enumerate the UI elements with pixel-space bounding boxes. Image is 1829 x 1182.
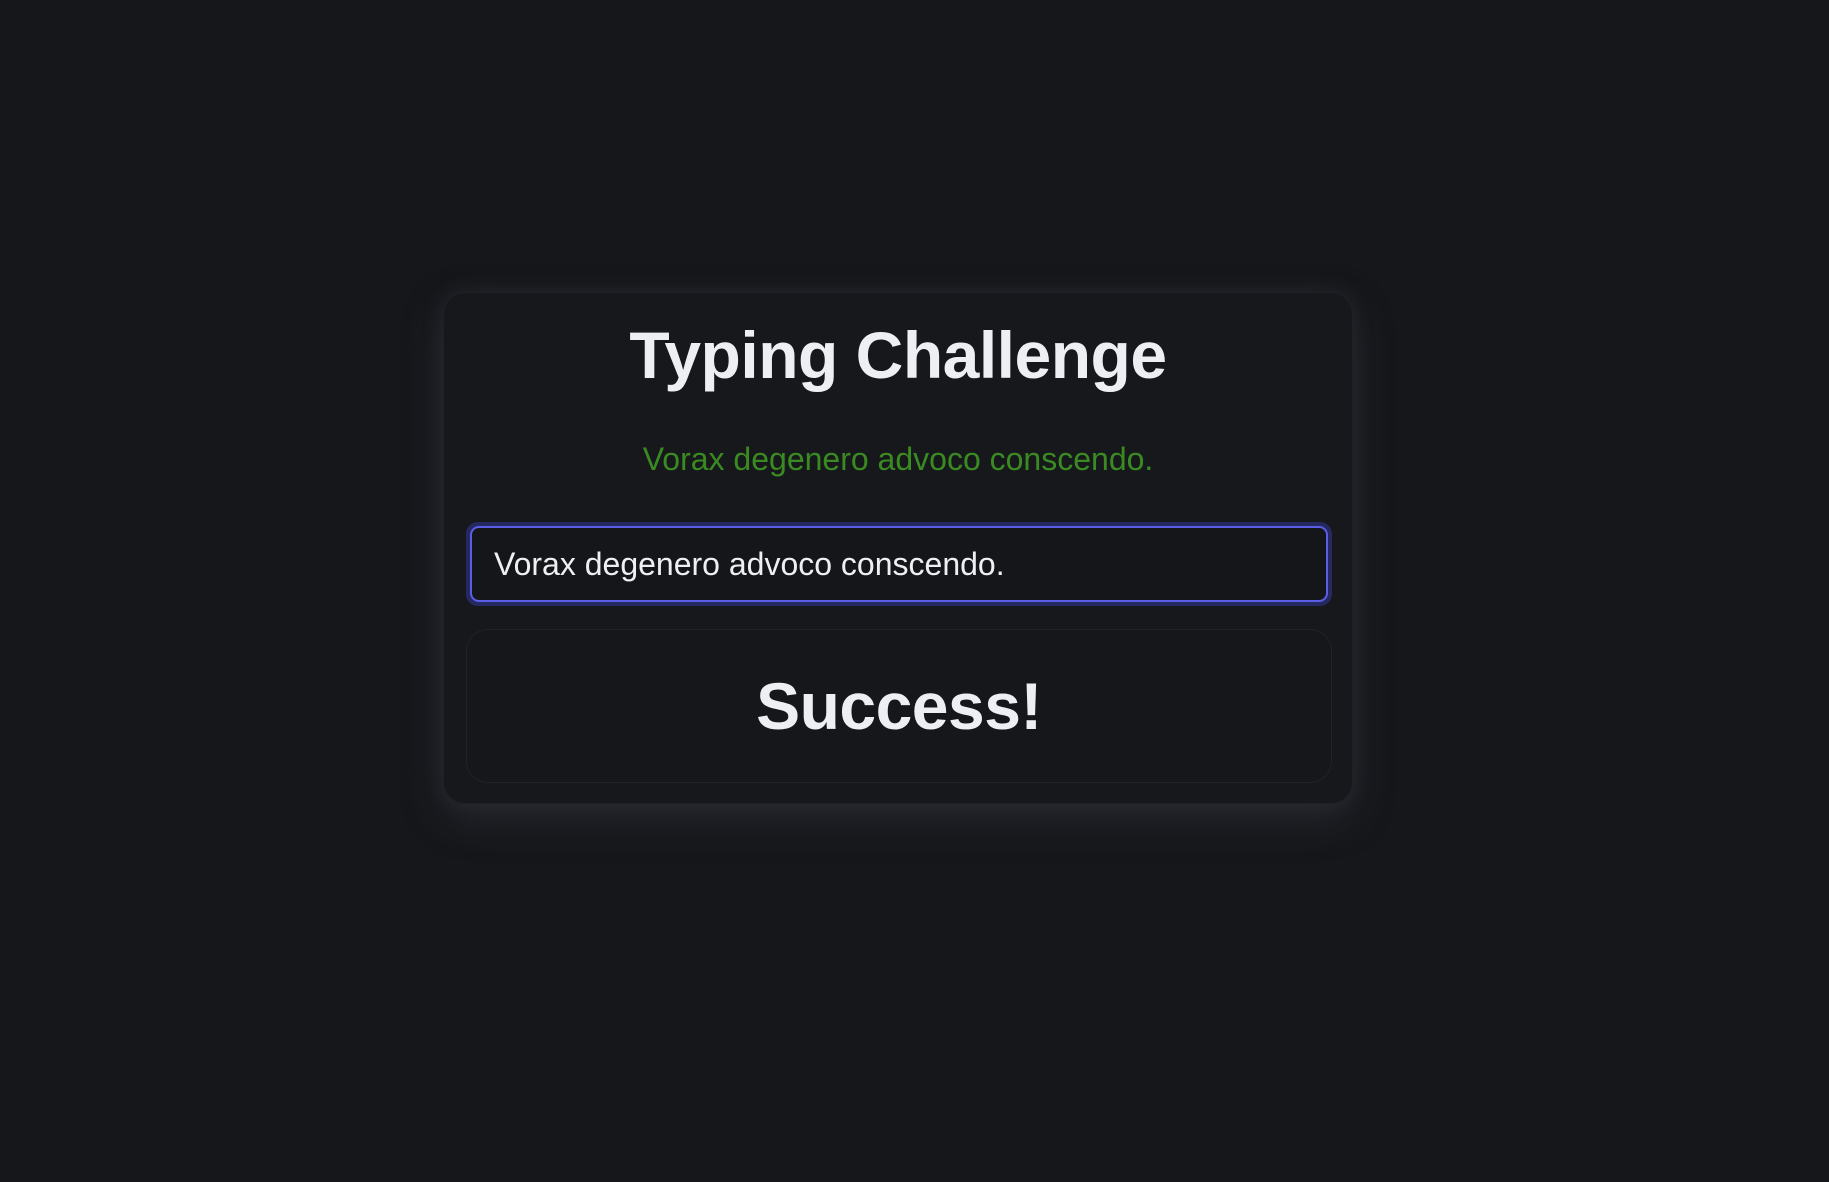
typing-input[interactable] xyxy=(470,526,1328,602)
success-message: Success! xyxy=(756,669,1042,743)
result-panel: Success! xyxy=(466,629,1332,783)
prompt-text: Vorax degenero advoco conscendo. xyxy=(642,441,1154,477)
page-title: Typing Challenge xyxy=(629,318,1167,392)
typing-input-focus-ring xyxy=(466,522,1332,606)
challenge-card: Typing Challenge Vorax degenero advoco c… xyxy=(443,292,1353,804)
